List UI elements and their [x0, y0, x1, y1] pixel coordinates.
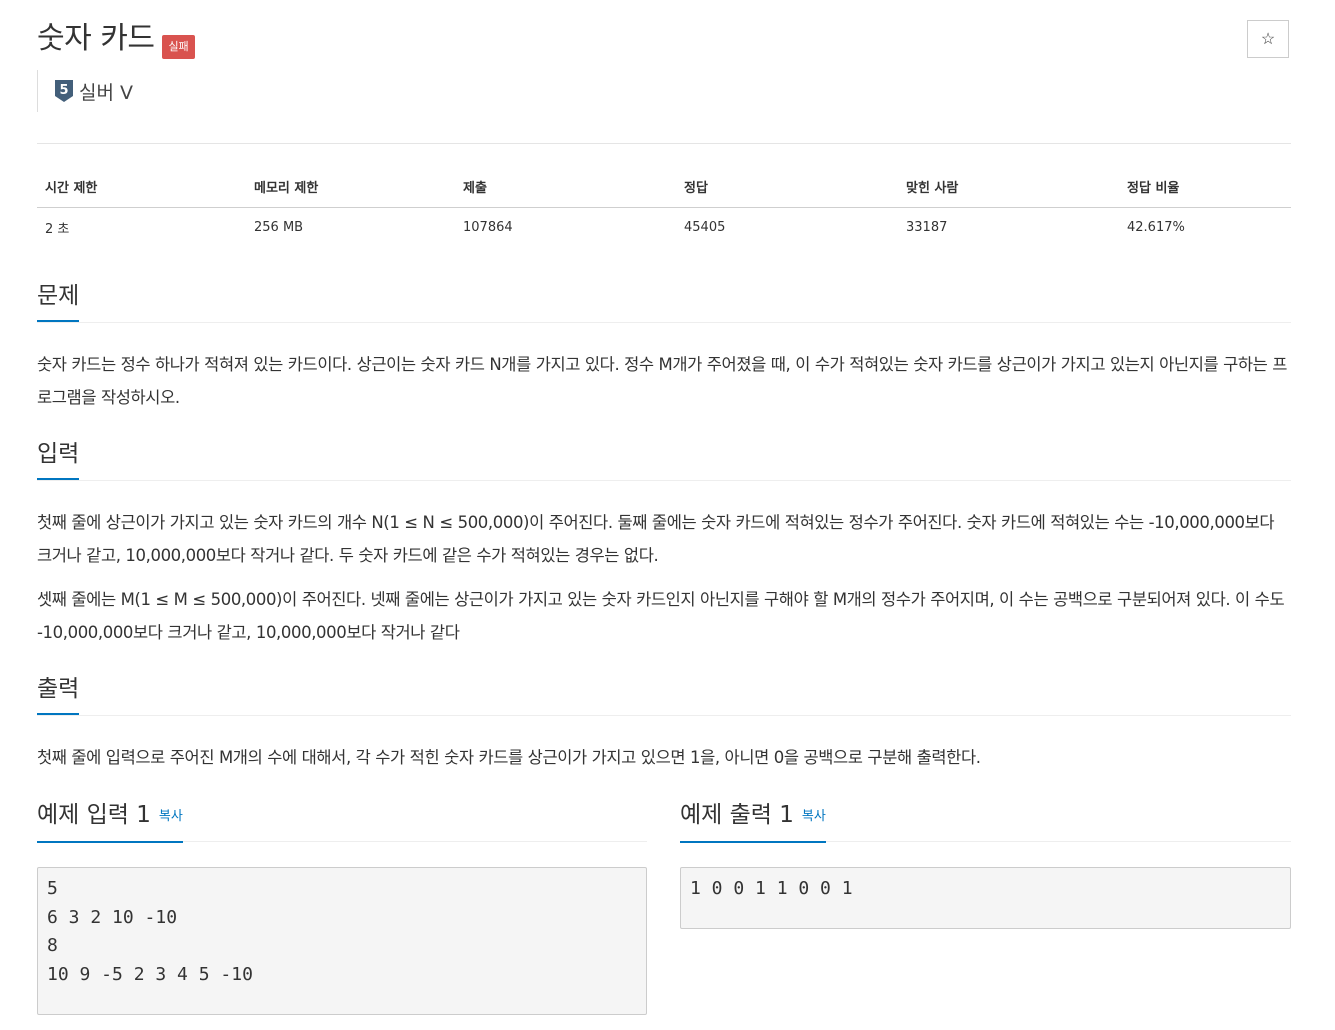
problem-info-table: 시간 제한 메모리 제한 제출 정답 맞힌 사람 정답 비율 2 초 256 M…	[37, 170, 1291, 247]
input-text-2: 셋째 줄에는 M(1 ≤ M ≤ 500,000)이 주어진다. 넷째 줄에는 …	[37, 590, 1285, 642]
sample-output-header: 예제 출력 1 복사	[680, 797, 1291, 843]
status-badge: 실패	[162, 35, 195, 59]
th-ratio: 정답 비율	[1119, 170, 1291, 208]
td-solved: 33187	[906, 220, 948, 235]
td-time-limit: 2 초	[45, 222, 70, 237]
sample-output-box[interactable]: 1 0 0 1 1 0 0 1	[680, 867, 1291, 929]
problem-title: 숫자 카드	[37, 21, 155, 56]
th-accepted: 정답	[676, 170, 898, 208]
input-heading: 입력	[37, 436, 80, 480]
td-accepted: 45405	[684, 220, 726, 235]
table-row: 2 초 256 MB 107864 45405 33187 42.617%	[37, 208, 1291, 248]
header-divider	[37, 143, 1291, 144]
copy-input-button[interactable]: 복사	[159, 809, 183, 824]
th-solved: 맞힌 사람	[898, 170, 1119, 208]
th-submissions: 제출	[455, 170, 676, 208]
th-memory-limit: 메모리 제한	[246, 170, 455, 208]
td-submissions: 107864	[463, 220, 513, 235]
sample-input-box[interactable]: 5 6 3 2 10 -10 8 10 9 -5 2 3 4 5 -10	[37, 867, 647, 1015]
star-icon: ☆	[1260, 31, 1276, 48]
sample-output-heading: 예제 출력 1 복사	[680, 797, 826, 843]
table-header-row: 시간 제한 메모리 제한 제출 정답 맞힌 사람 정답 비율	[37, 170, 1291, 208]
td-ratio: 42.617%	[1127, 220, 1185, 235]
input-header: 입력	[37, 436, 1291, 481]
input-text-1: 첫째 줄에 상근이가 가지고 있는 숫자 카드의 개수 N(1 ≤ N ≤ 50…	[37, 513, 1275, 565]
copy-output-button[interactable]: 복사	[802, 809, 826, 824]
description-header: 문제	[37, 278, 1291, 323]
tier-label: 실버 V	[79, 81, 133, 104]
sample-input-header: 예제 입력 1 복사	[37, 797, 647, 843]
tier-info: 5 실버 V	[37, 70, 133, 112]
description-heading: 문제	[37, 278, 80, 322]
output-header: 출력	[37, 671, 1291, 716]
tier-icon: 5	[55, 80, 73, 102]
output-heading: 출력	[37, 671, 80, 715]
description-text: 숫자 카드는 정수 하나가 적혀져 있는 카드이다. 상근이는 숫자 카드 N개…	[37, 355, 1288, 407]
sample-output-title: 예제 출력 1	[680, 802, 794, 828]
tier-number: 5	[59, 83, 68, 98]
th-time-limit: 시간 제한	[37, 170, 246, 208]
td-memory-limit: 256 MB	[254, 220, 304, 235]
sample-input-heading: 예제 입력 1 복사	[37, 797, 183, 843]
star-button[interactable]: ☆	[1247, 20, 1289, 58]
sample-input-title: 예제 입력 1	[37, 802, 151, 828]
problem-header: 숫자 카드 실패	[37, 18, 195, 60]
output-text: 첫째 줄에 입력으로 주어진 M개의 수에 대해서, 각 수가 적힌 숫자 카드…	[37, 748, 981, 767]
